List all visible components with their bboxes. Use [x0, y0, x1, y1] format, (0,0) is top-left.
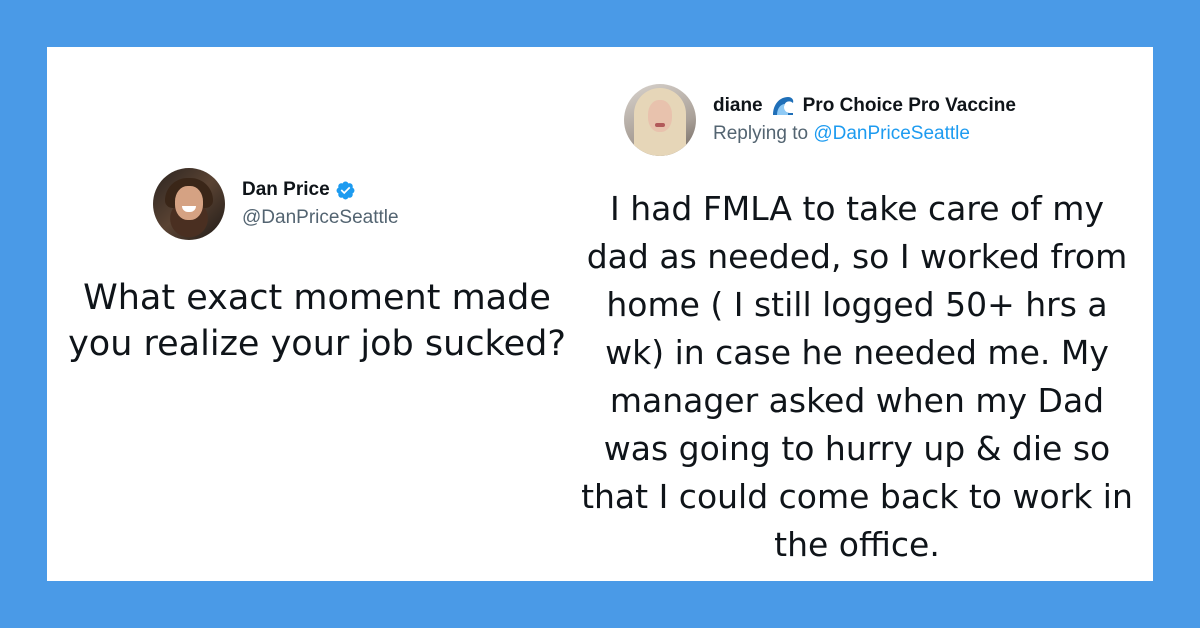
original-author-name-row: Dan Price — [242, 179, 399, 201]
wave-emoji-icon — [772, 97, 793, 115]
reply-tweet-header: diane Pro Choice Pro Vaccine Replying to… — [624, 84, 1016, 156]
reply-author-display-name[interactable]: diane — [713, 95, 763, 117]
replying-to-handle-link[interactable]: @DanPriceSeattle — [813, 123, 970, 144]
dan-price-avatar[interactable] — [153, 168, 225, 240]
original-tweet: Dan Price @DanPriceSeattle What exact mo… — [47, 47, 587, 581]
reply-tweet-text: I had FMLA to take care of my dad as nee… — [581, 189, 1133, 564]
reply-author-name-suffix[interactable]: Pro Choice Pro Vaccine — [803, 95, 1016, 117]
replying-to-label: Replying to — [713, 123, 809, 144]
replying-to-line: Replying to @DanPriceSeattle — [713, 123, 1016, 145]
original-author-handle[interactable]: @DanPriceSeattle — [242, 207, 399, 229]
original-tweet-header: Dan Price @DanPriceSeattle — [153, 168, 399, 240]
original-author-display-name[interactable]: Dan Price — [242, 179, 330, 201]
verified-badge-icon — [336, 181, 355, 199]
diane-avatar[interactable] — [624, 84, 696, 156]
original-author-names: Dan Price @DanPriceSeattle — [242, 179, 399, 229]
reply-author-name-row: diane Pro Choice Pro Vaccine — [713, 95, 1016, 117]
reply-author-names: diane Pro Choice Pro Vaccine Replying to… — [713, 95, 1016, 145]
tweet-card: Dan Price @DanPriceSeattle What exact mo… — [47, 47, 1153, 581]
original-tweet-text: What exact moment made you realize your … — [68, 278, 566, 364]
